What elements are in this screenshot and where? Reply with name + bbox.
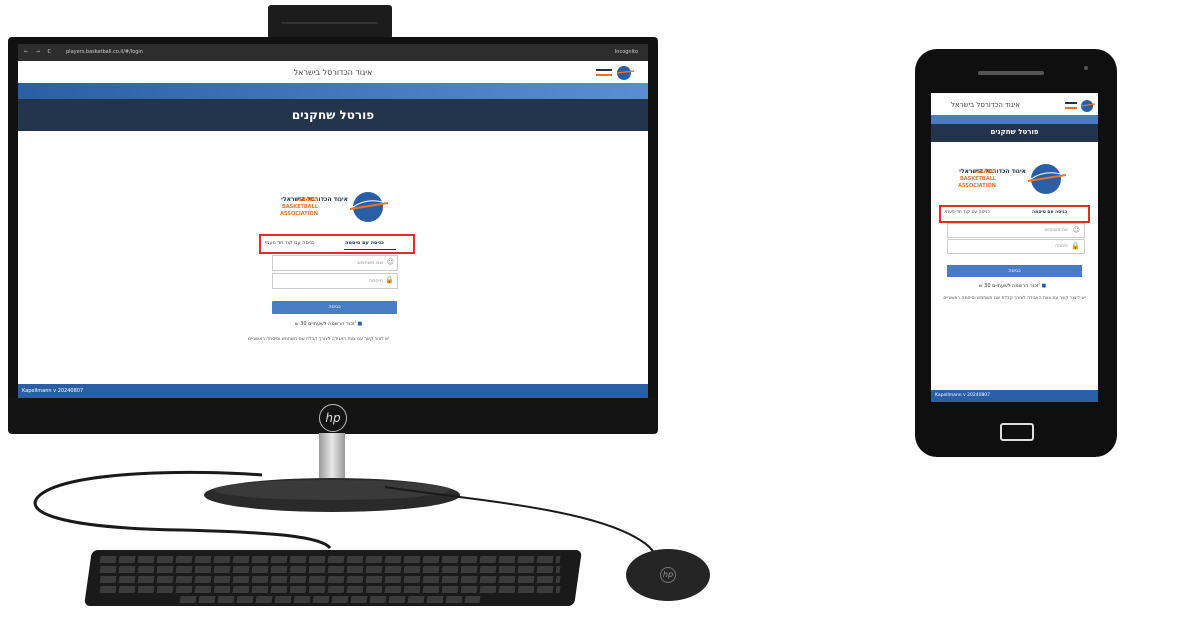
address-bar[interactable]: players.basketball.co.il/#/login bbox=[66, 49, 143, 55]
keyboard-key-row bbox=[99, 556, 561, 563]
mouse-hp-logo-icon: hp bbox=[660, 567, 676, 583]
desktop-screen: ← → C players.basketball.co.il/#/login I… bbox=[18, 44, 648, 398]
phone-tab-otp-login[interactable]: כניסה עם קוד חד-פעמי bbox=[945, 210, 990, 215]
phone-accent-bar bbox=[931, 115, 1098, 124]
phone-home-button[interactable] bbox=[1000, 423, 1034, 441]
logo-english-2: BASKETBALL bbox=[282, 204, 319, 210]
user-icon: ☺ bbox=[386, 258, 394, 266]
remember-me[interactable]: זכור הרשמה לשעתיים 30 ש' ■ bbox=[295, 321, 362, 327]
phone-site-title: איגוד הכדורסל בישראל bbox=[951, 101, 1020, 109]
username-placeholder: שם משתמש bbox=[357, 260, 383, 266]
basketball-association-logo: איגוד הכדורסל הישראלי ISRAELI BASKETBALL… bbox=[280, 192, 388, 222]
phone-lock-icon: 🔒 bbox=[1071, 242, 1080, 250]
phone-tab-password-login[interactable]: כניסה עם סיסמה bbox=[1032, 210, 1067, 215]
active-tab-underline bbox=[344, 249, 396, 250]
portal-header: פורטל שחקנים bbox=[18, 99, 648, 131]
keyboard-key-row bbox=[179, 596, 481, 603]
phone-site-footer: Kapellmann v 20240807 bbox=[931, 390, 1098, 402]
phone-screen: איגוד הכדורסל בישראל פורטל שחקנים איגוד … bbox=[931, 93, 1098, 402]
phone-portal-header: פורטל שחקנים bbox=[931, 124, 1098, 142]
phone-checkbox-icon[interactable]: ■ bbox=[1041, 283, 1046, 289]
phone-password-placeholder: סיסמה bbox=[1055, 244, 1068, 249]
keyboard-key-row bbox=[99, 576, 561, 583]
phone-speaker bbox=[978, 71, 1044, 75]
phone-footer-version: Kapellmann v 20240807 bbox=[935, 393, 991, 398]
logo-english-3: ASSOCIATION bbox=[280, 211, 318, 217]
login-button[interactable]: כניסה bbox=[272, 301, 397, 314]
phone-username-placeholder: שם משתמש bbox=[1044, 228, 1068, 233]
lock-icon: 🔒 bbox=[385, 276, 394, 284]
phone-association-logo-small-icon[interactable] bbox=[1063, 99, 1095, 113]
phone-basketball-association-logo: איגוד הכדורסל הישראלי ISRAELI BASKETBALL… bbox=[958, 164, 1066, 194]
phone-user-icon: ☺ bbox=[1072, 226, 1080, 234]
phone-login-note: יש ליצור קשר עם צוות האגודה לצורך קבלת ש… bbox=[943, 296, 1086, 301]
phone-logo-english-2: BASKETBALL bbox=[960, 176, 997, 182]
phone-remember-me[interactable]: זכור הרשמה לשעתיים 30 ש' ■ bbox=[979, 283, 1046, 289]
password-field[interactable]: סיסמה 🔒 bbox=[272, 273, 398, 289]
phone-logo-english-3: ASSOCIATION bbox=[958, 183, 996, 189]
tab-password-login[interactable]: כניסה עם סיסמה bbox=[345, 240, 384, 246]
phone-portal-title: פורטל שחקנים bbox=[990, 128, 1039, 136]
keyboard-key-row bbox=[99, 586, 561, 593]
phone-site-header: איגוד הכדורסל בישראל bbox=[931, 93, 1098, 115]
phone-camera bbox=[1084, 66, 1088, 70]
remember-label: זכור הרשמה לשעתיים 30 ש' bbox=[295, 321, 356, 327]
tab-otp-login[interactable]: כניסה עם קוד חד פעמי bbox=[265, 240, 314, 246]
incognito-indicator[interactable]: Incognito bbox=[615, 49, 638, 55]
username-field[interactable]: שם משתמש ☺ bbox=[272, 255, 398, 271]
site-footer: Kapellmann v 20240807 bbox=[18, 384, 648, 398]
keyboard-key-row bbox=[99, 566, 561, 573]
site-header: איגוד הכדורסל בישראל bbox=[18, 61, 648, 83]
phone-logo-english-1: ISRAELI bbox=[974, 169, 996, 175]
browser-nav-buttons[interactable]: ← → C bbox=[24, 49, 54, 55]
logo-english-1: ISRAELI bbox=[296, 197, 318, 203]
accent-bar bbox=[18, 83, 648, 99]
portal-title: פורטל שחקנים bbox=[291, 108, 375, 122]
association-logo-small-icon[interactable] bbox=[594, 65, 634, 81]
site-title: איגוד הכדורסל בישראל bbox=[293, 68, 373, 77]
password-placeholder: סיסמה bbox=[368, 278, 383, 284]
browser-toolbar: ← → C players.basketball.co.il/#/login I… bbox=[18, 44, 648, 61]
phone-username-field[interactable]: שם משתמש ☺ bbox=[947, 223, 1085, 238]
footer-version: Kapellmann v 20240807 bbox=[22, 388, 84, 394]
phone-remember-label: זכור הרשמה לשעתיים 30 ש' bbox=[979, 283, 1040, 289]
phone-login-button[interactable]: כניסה bbox=[947, 265, 1082, 277]
phone-password-field[interactable]: סיסמה 🔒 bbox=[947, 239, 1085, 254]
login-note: יש לצור קשר עם צוות האגודה לצורך קבלת שם… bbox=[248, 337, 390, 342]
checkbox-icon[interactable]: ■ bbox=[357, 321, 362, 327]
